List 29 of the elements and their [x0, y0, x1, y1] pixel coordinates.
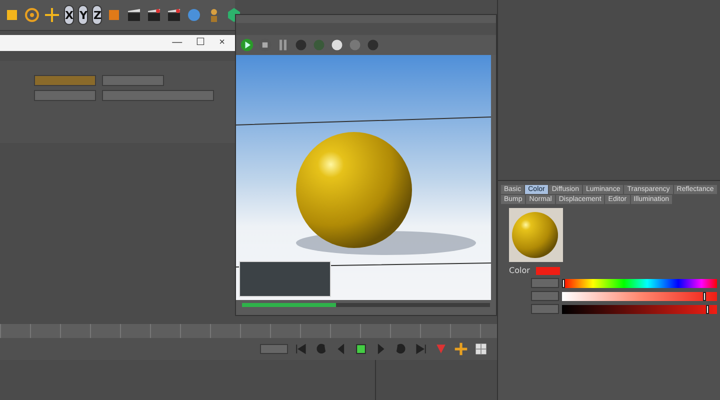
square-icon[interactable]: [4, 7, 20, 23]
color-label: Color: [509, 266, 530, 275]
value-field[interactable]: [531, 278, 559, 288]
clapper-icon[interactable]: [146, 7, 162, 23]
tool-icon[interactable]: [330, 38, 344, 52]
dropdown-field[interactable]: [102, 75, 164, 86]
material-preview-drawing: [509, 208, 563, 262]
slider-field[interactable]: [102, 90, 214, 101]
crosshair-icon[interactable]: [44, 7, 60, 23]
record-icon[interactable]: [354, 342, 368, 356]
value-field[interactable]: [531, 291, 559, 301]
axis-button[interactable]: Z: [92, 5, 102, 25]
frame-field[interactable]: [260, 344, 288, 354]
gear-icon[interactable]: [24, 7, 40, 23]
slider-thumb[interactable]: [706, 304, 709, 314]
clapper-icon[interactable]: [166, 7, 182, 23]
slider-thumb[interactable]: [702, 292, 706, 300]
key-icon[interactable]: [434, 342, 448, 356]
input-field[interactable]: [34, 75, 96, 86]
skip-end-icon[interactable]: [414, 342, 428, 356]
value-field[interactable]: [531, 304, 559, 314]
input-field[interactable]: [34, 90, 96, 101]
color-swatch[interactable]: [536, 266, 560, 274]
skip-start-icon[interactable]: [294, 342, 308, 356]
grid-icon[interactable]: [474, 342, 488, 356]
play-icon[interactable]: [240, 38, 254, 52]
slider-thumb[interactable]: [562, 278, 565, 288]
clapper-icon[interactable]: [126, 7, 142, 23]
move-icon[interactable]: [454, 342, 468, 356]
